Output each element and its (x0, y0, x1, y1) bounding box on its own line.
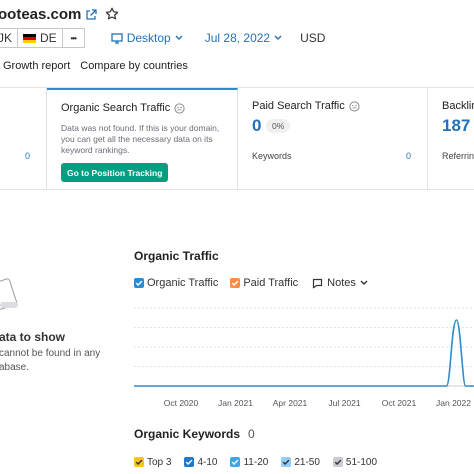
tab-growth-report[interactable]: Growth report (3, 60, 70, 76)
organic-search-traffic-title: Organic Search Traffic (61, 102, 171, 114)
legend-label: Organic Traffic (147, 277, 219, 289)
chevron-down-icon (274, 35, 282, 40)
x-tick-label: Jan 2021 (218, 398, 253, 408)
organic-traffic-legend: Organic Traffic Paid Traffic Notes (134, 276, 372, 290)
organic-keywords-title: Organic Keywords (134, 427, 241, 441)
legend-paid-traffic[interactable]: Paid Traffic (230, 277, 298, 289)
no-data-message: Data was not found. If this is your doma… (61, 123, 220, 155)
currency-label: USD (300, 31, 326, 45)
chevron-down-icon (360, 280, 368, 285)
keywords-label: Keywords (252, 151, 292, 161)
referring-label: Referring (442, 151, 474, 161)
filter-bar: JK DE ••• Desktop Jul 28, 2022 USD (0, 28, 325, 48)
device-label: Desktop (126, 31, 171, 45)
legend-label: 21-50 (294, 456, 320, 468)
no-data-title: ata to show (0, 330, 66, 344)
notes-label: Notes (327, 277, 356, 289)
card-title: Paid Search Traffic (252, 100, 360, 112)
database-button-de[interactable]: DE (17, 28, 63, 48)
keywords-value[interactable]: 0 (406, 151, 411, 161)
x-tick-label: Oct 2020 (164, 398, 199, 408)
domain-title: ooteas.com (0, 5, 82, 23)
card-paid-search-traffic: Paid Search Traffic 0 0% Keywords 0 (238, 88, 428, 190)
card-backlinks: Backlinks 187 Referring (428, 88, 474, 190)
legend-keywords-top-3[interactable]: Top 3 (134, 457, 171, 468)
paid-traffic-value[interactable]: 0 (252, 116, 261, 136)
notes-icon (313, 278, 323, 288)
legend-label: 51-100 (345, 456, 378, 468)
legend-label: 4-10 (197, 456, 218, 468)
x-tick-label: Apr 2021 (273, 398, 308, 408)
x-tick-label: Jul 2021 (328, 398, 360, 408)
organic-keywords-heading: Organic Keywords 0 (134, 427, 255, 441)
external-link-icon[interactable] (85, 8, 98, 20)
database-code: JK (0, 31, 13, 45)
organic-keywords-count: 0 (248, 427, 255, 441)
desktop-icon (111, 32, 123, 44)
paid-search-traffic-title: Paid Search Traffic (252, 100, 345, 112)
checkbox-icon (230, 457, 241, 467)
phone-shadow (0, 302, 18, 308)
legend-label: Top 3 (147, 456, 172, 468)
organic-traffic-title: Organic Traffic (134, 249, 219, 263)
germany-flag-icon (23, 33, 37, 43)
star-icon[interactable] (105, 7, 119, 21)
legend-keywords-51-100[interactable]: 51-100 (332, 456, 378, 468)
go-to-position-tracking-button[interactable]: Go to Position Tracking (61, 163, 169, 182)
more-databases-button[interactable]: ••• (62, 28, 85, 48)
database-code: DE (40, 31, 57, 45)
legend-keywords-11-20[interactable]: 11-20 (230, 457, 268, 468)
checkbox-icon (281, 457, 292, 467)
series-organic-traffic-line (134, 319, 474, 387)
summary-cards: 0 Organic Search Traffic Data was not fo… (0, 87, 474, 190)
organic-traffic-chart[interactable]: Oct 2020 Jan 2021 Apr 2021 Jul 2021 Oct 2021… (134, 300, 474, 412)
card-partial-left: 0 (0, 88, 47, 190)
backlinks-title: Backlinks (442, 100, 474, 112)
organic-keywords-legend: Top 3 4-10 11-20 21-50 51-100 (134, 455, 390, 469)
paid-traffic-percent-badge: 0% (266, 119, 291, 133)
checkbox-icon (134, 278, 144, 288)
checkbox-icon (332, 457, 343, 467)
legend-organic-traffic[interactable]: Organic Traffic (134, 277, 218, 289)
card-organic-search-traffic: Organic Search Traffic Data was not foun… (47, 88, 238, 190)
info-icon[interactable] (174, 102, 185, 114)
no-data-text: cannot be found in any abase. (0, 348, 101, 373)
legend-keywords-4-10[interactable]: 4-10 (184, 457, 217, 468)
legend-label: 11-20 (243, 456, 269, 468)
date-label: Jul 28, 2022 (204, 31, 271, 45)
partial-value[interactable]: 0 (25, 151, 30, 161)
tab-compare-by-countries[interactable]: Compare by countries (80, 60, 188, 76)
backlinks-value[interactable]: 187 (442, 116, 470, 136)
report-tabs: Growth report Compare by countries (0, 60, 195, 76)
device-select[interactable]: Desktop (111, 31, 187, 45)
domain-header: ooteas.com (0, 4, 119, 24)
x-tick-label: Oct 2021 (382, 398, 417, 408)
info-icon[interactable] (349, 100, 360, 112)
more-icon: ••• (70, 33, 76, 43)
chevron-down-icon (175, 35, 183, 40)
checkbox-icon (134, 457, 144, 467)
legend-keywords-21-50[interactable]: 21-50 (281, 457, 320, 468)
checkbox-icon (184, 457, 195, 467)
legend-label: Paid Traffic (243, 277, 299, 289)
checkbox-icon (230, 278, 241, 288)
x-tick-label: Jan 2022 (436, 398, 471, 408)
notes-button[interactable]: Notes (312, 277, 372, 289)
date-select[interactable]: Jul 28, 2022 (205, 31, 286, 45)
database-button-uk[interactable]: JK (0, 28, 18, 48)
card-title: Organic Search Traffic (61, 102, 185, 114)
